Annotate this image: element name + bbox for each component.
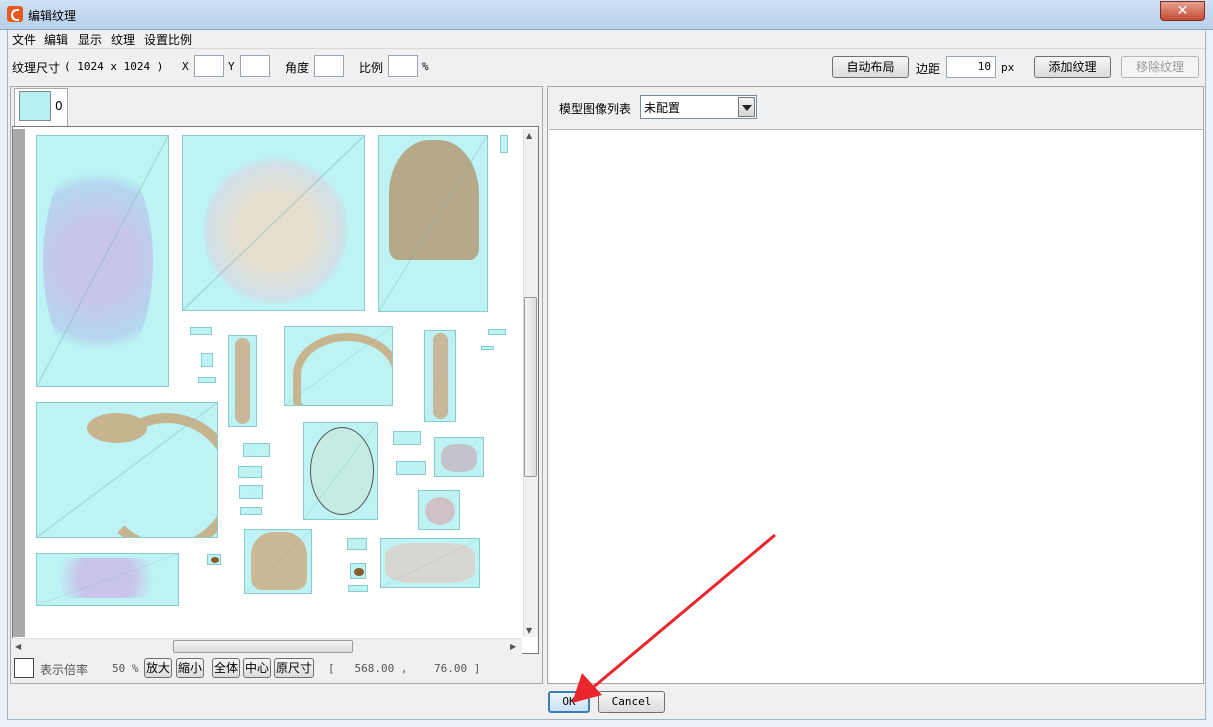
- texture-part-small-2[interactable]: [190, 327, 212, 335]
- scale-field[interactable]: [388, 55, 418, 77]
- menu-file[interactable]: 文件: [12, 31, 36, 48]
- scale-label: 比例: [359, 61, 384, 75]
- angle-field[interactable]: [314, 55, 344, 77]
- fit-all-button[interactable]: 全体: [212, 658, 240, 678]
- texture-part-bangs[interactable]: [244, 529, 312, 594]
- add-texture-button[interactable]: 添加纹理: [1034, 56, 1111, 78]
- texture-part-fabric[interactable]: [434, 437, 484, 477]
- model-image-list-label: 模型图像列表: [559, 102, 632, 116]
- texture-part-small-4[interactable]: [198, 377, 216, 383]
- texture-part-small-5[interactable]: [488, 329, 506, 335]
- texture-part-small-13[interactable]: [347, 538, 367, 550]
- center-button[interactable]: 中心: [243, 658, 271, 678]
- auto-layout-button[interactable]: 自动布局: [832, 56, 909, 78]
- vertical-scroll-thumb[interactable]: [524, 297, 537, 477]
- texture-size-label: 纹理尺寸: [12, 61, 61, 75]
- menu-view[interactable]: 显示: [78, 31, 102, 48]
- menu-edit[interactable]: 编辑: [44, 31, 68, 48]
- texture-part-small-8[interactable]: [238, 466, 262, 478]
- original-size-button[interactable]: 原尺寸: [274, 658, 314, 678]
- close-window-button[interactable]: ✕: [1160, 1, 1205, 21]
- texture-part-hair-back[interactable]: [378, 135, 488, 312]
- menu-bar: 文件 编辑 显示 纹理 设置比例: [8, 30, 1205, 49]
- texture-part-small-1[interactable]: [500, 135, 508, 153]
- canvas-gutter: [13, 129, 25, 637]
- texture-part-flower-half[interactable]: [36, 135, 169, 387]
- texture-canvas[interactable]: [26, 129, 522, 634]
- zoom-label: 表示倍率: [40, 663, 89, 677]
- menu-set-scale[interactable]: 设置比例: [144, 31, 192, 48]
- y-label: Y: [228, 60, 235, 73]
- texture-part-flower-strip[interactable]: [36, 553, 179, 606]
- x-label: X: [182, 60, 189, 73]
- scroll-right-arrow-icon[interactable]: ▶: [510, 642, 516, 651]
- x-field[interactable]: [194, 55, 224, 77]
- title-bar: [0, 0, 1213, 30]
- menu-texture[interactable]: 纹理: [111, 31, 135, 48]
- scroll-up-arrow-icon[interactable]: ▲: [526, 131, 532, 140]
- margin-unit: px: [1001, 61, 1015, 74]
- texture-part-eye-small[interactable]: [207, 554, 221, 565]
- zoom-in-button[interactable]: 放大: [144, 658, 172, 678]
- texture-part-face[interactable]: [303, 422, 378, 520]
- model-image-list-value: 未配置: [644, 101, 681, 115]
- texture-part-eye[interactable]: [350, 563, 366, 579]
- window-title: 编辑纹理: [28, 9, 77, 23]
- scroll-left-arrow-icon[interactable]: ◀: [15, 642, 21, 651]
- texture-thumbnail: [19, 91, 51, 121]
- margin-field[interactable]: 10: [946, 56, 996, 78]
- texture-part-small-14[interactable]: [348, 585, 368, 592]
- texture-size-value: ( 1024 x 1024 ): [64, 60, 164, 73]
- texture-part-braid-left[interactable]: [228, 335, 257, 427]
- texture-part-small-7[interactable]: [243, 443, 270, 457]
- texture-part-ruffle[interactable]: [380, 538, 480, 588]
- zoom-value: 50 %: [112, 662, 139, 675]
- scale-unit: %: [422, 60, 429, 73]
- app-logo-icon: [7, 6, 23, 22]
- y-field[interactable]: [240, 55, 270, 77]
- angle-label: 角度: [285, 61, 310, 75]
- zoom-out-button[interactable]: 縮小: [176, 658, 204, 678]
- cursor-coordinates: [ 568.00 , 76.00 ]: [328, 662, 481, 675]
- texture-part-blouse[interactable]: [182, 135, 365, 311]
- texture-tab-label: 0: [55, 99, 63, 113]
- texture-part-round[interactable]: [418, 490, 460, 530]
- scroll-down-arrow-icon[interactable]: ▼: [526, 626, 532, 635]
- texture-part-small-12[interactable]: [396, 461, 426, 475]
- remove-texture-button: 移除纹理: [1121, 56, 1199, 78]
- zoom-checkbox[interactable]: [14, 658, 34, 678]
- texture-part-small-11[interactable]: [393, 431, 421, 445]
- chevron-down-icon[interactable]: [738, 97, 755, 117]
- margin-label: 边距: [916, 62, 941, 76]
- horizontal-scroll-thumb[interactable]: [173, 640, 353, 653]
- texture-part-small-3[interactable]: [201, 353, 213, 367]
- annotation-arrow-icon: [572, 533, 776, 703]
- texture-part-twin-tails[interactable]: [36, 402, 218, 538]
- texture-part-hair-side[interactable]: [284, 326, 393, 406]
- texture-part-small-6[interactable]: [481, 346, 494, 350]
- texture-part-small-9[interactable]: [239, 485, 263, 499]
- texture-part-braid-right[interactable]: [424, 330, 456, 422]
- texture-part-small-10[interactable]: [240, 507, 262, 515]
